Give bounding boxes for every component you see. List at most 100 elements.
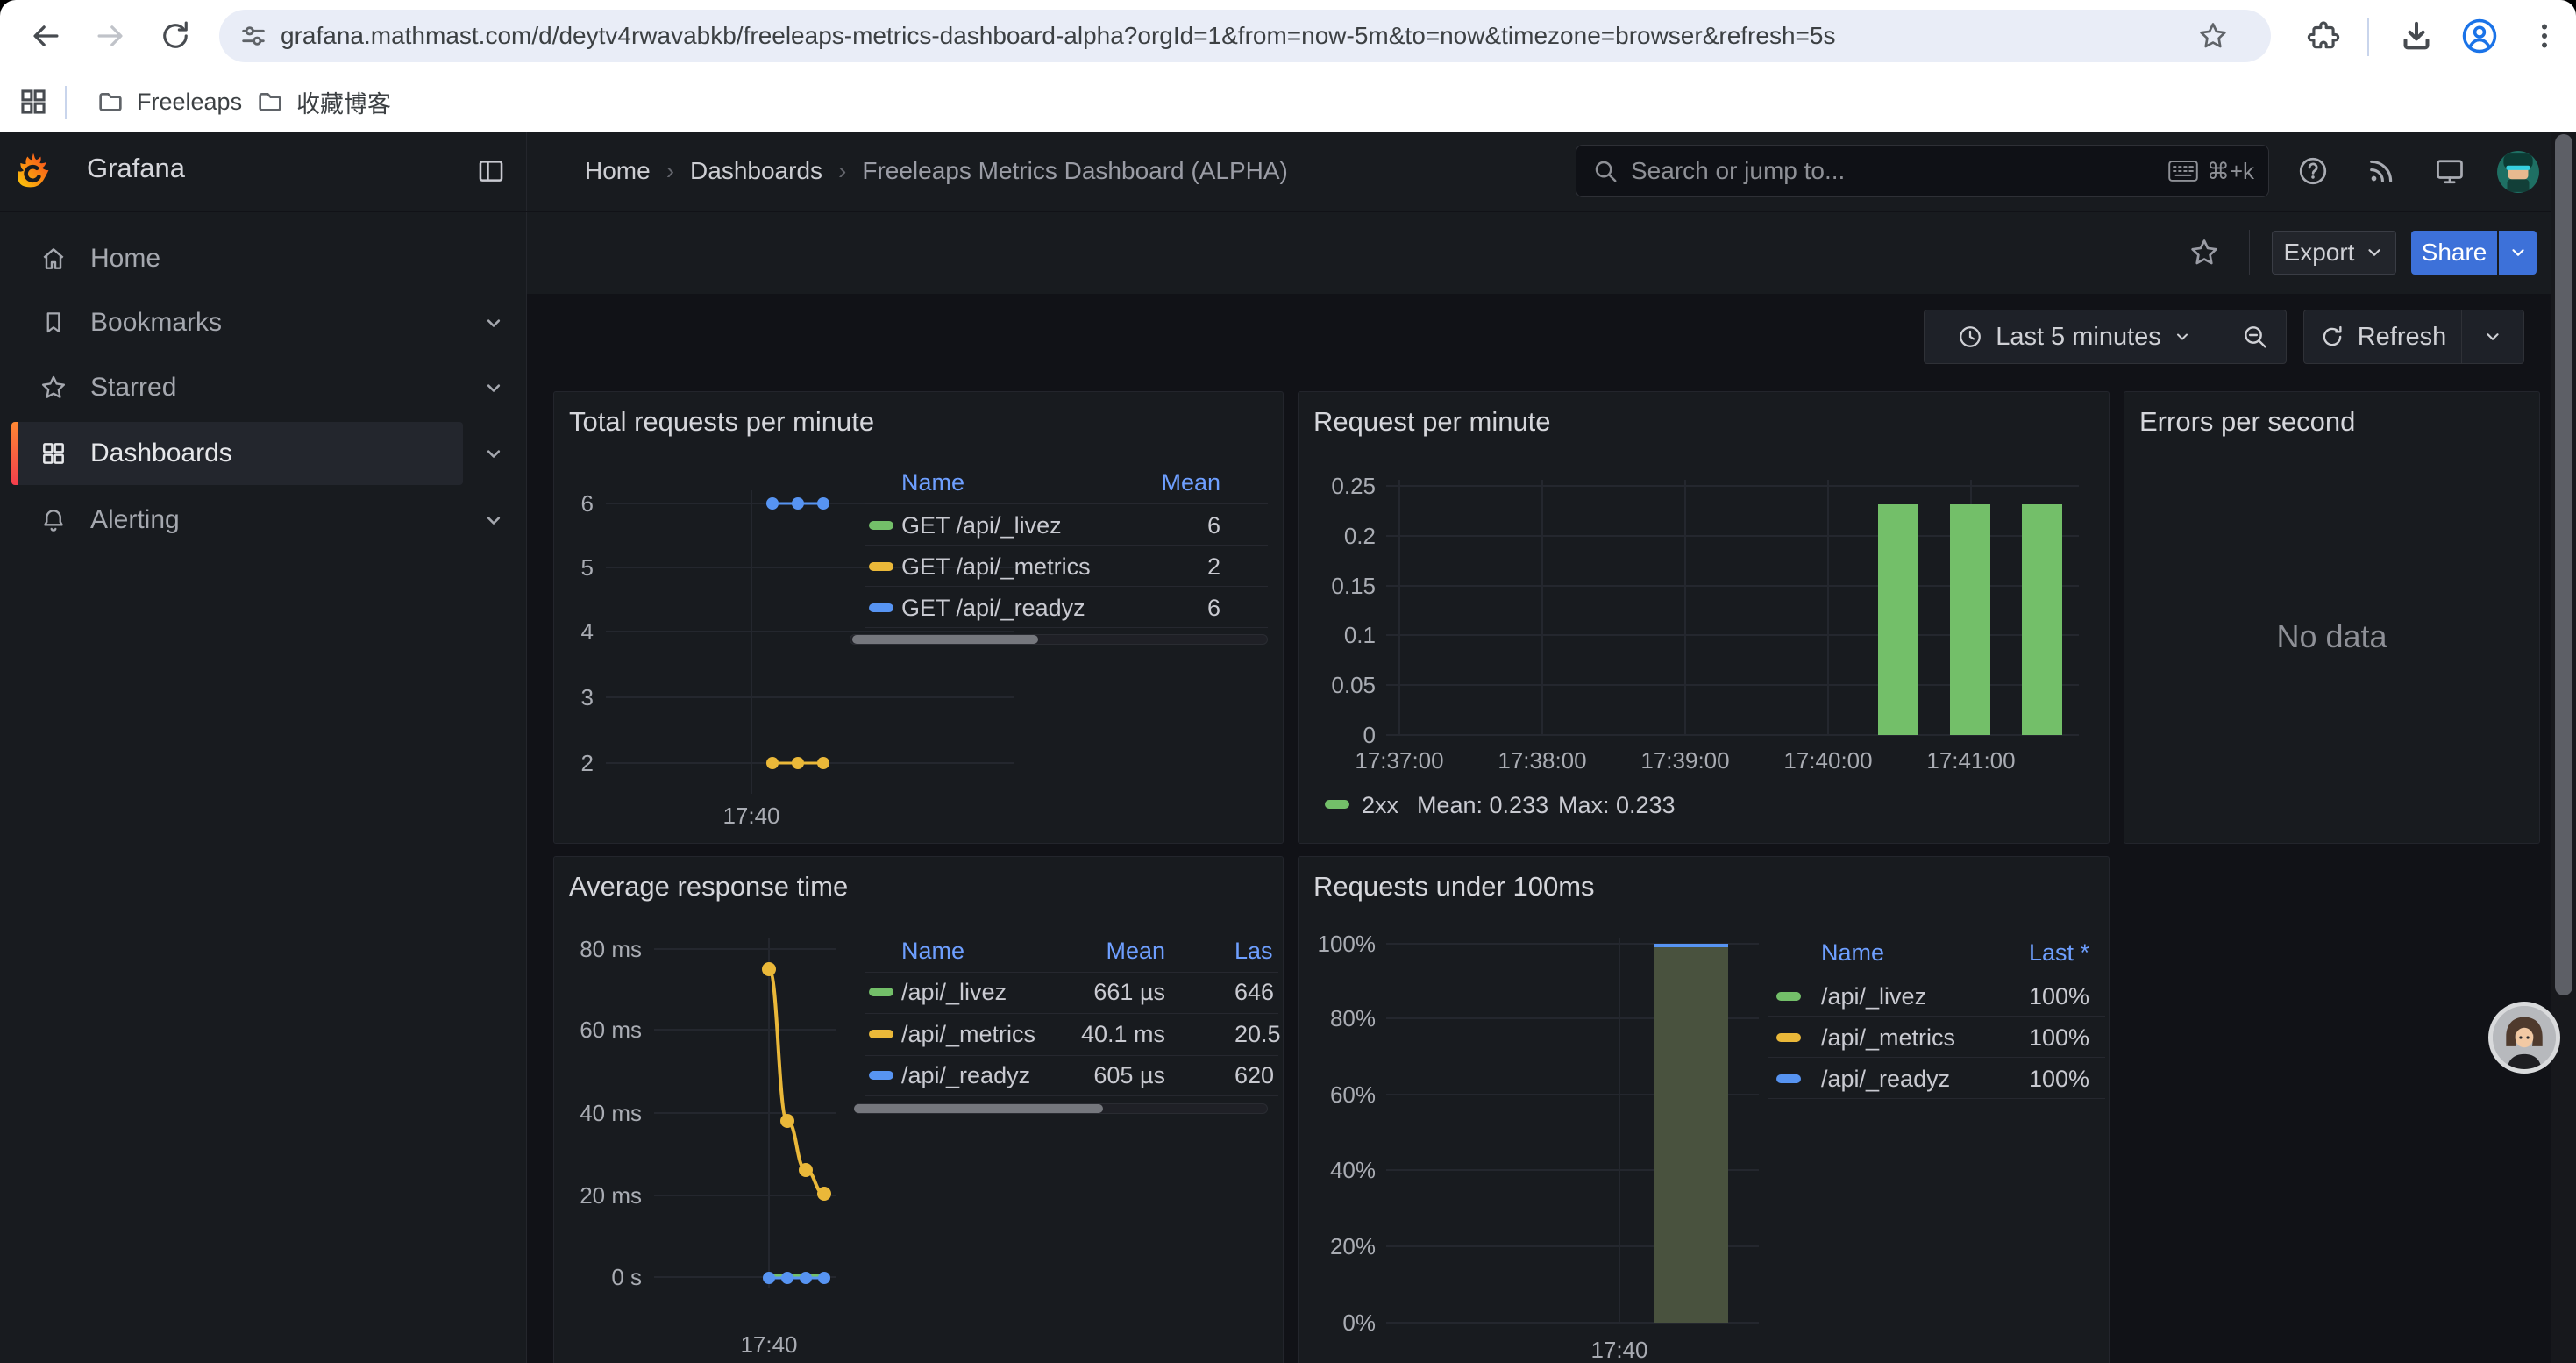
folder-icon — [256, 88, 284, 116]
grafana-logo[interactable] — [12, 150, 54, 192]
breadcrumb-separator: › — [838, 157, 846, 185]
actions-divider — [2249, 230, 2250, 275]
legend-value: 6 — [975, 510, 1220, 540]
legend-swatch[interactable] — [1776, 1033, 1801, 1042]
legend-swatch[interactable] — [869, 603, 893, 612]
legend-divider — [865, 1055, 1278, 1056]
reload-button[interactable] — [149, 10, 202, 62]
legend-series-name[interactable]: 2xx — [1362, 790, 1398, 820]
bookmark-icon — [39, 308, 68, 338]
legend-divider — [1768, 1016, 2105, 1017]
time-range-picker[interactable]: Last 5 minutes — [1924, 310, 2224, 364]
avatar-girl-image — [2493, 1006, 2556, 1069]
grafana-app: Grafana Home › Dashboards › Freeleaps Me… — [0, 132, 2576, 1363]
scrollbar-thumb[interactable] — [2555, 134, 2572, 995]
sidebar-toggle-button[interactable] — [470, 150, 512, 192]
browser-menu-button[interactable] — [2518, 10, 2571, 62]
dashboard-actions-bar: Export Share — [527, 212, 2576, 294]
search-input[interactable]: Search or jump to... ⌘+k — [1576, 145, 2269, 197]
forward-button[interactable] — [84, 10, 137, 62]
no-data-message: No data — [2124, 618, 2539, 655]
legend-column-header[interactable]: Mean — [920, 936, 1165, 966]
breadcrumb-dashboards[interactable]: Dashboards — [690, 157, 822, 185]
user-avatar[interactable] — [2494, 148, 2542, 196]
bookmark-folder-freeleaps[interactable]: Freeleaps — [84, 82, 254, 121]
url-bar[interactable]: grafana.mathmast.com/d/deytv4rwavabkb/fr… — [219, 10, 2271, 62]
share-button[interactable]: Share — [2411, 231, 2497, 275]
breadcrumb-current: Freeleaps Metrics Dashboard (ALPHA) — [862, 157, 1288, 185]
refresh-interval-dropdown[interactable] — [2461, 310, 2524, 364]
sidebar-item-home[interactable]: Home — [0, 232, 526, 285]
sidebar-item-alerting[interactable]: Alerting — [0, 494, 526, 546]
dashboards-grid-icon — [39, 439, 68, 468]
toolbar-divider — [2367, 18, 2369, 56]
bookmark-folder-blogs[interactable]: 收藏博客 — [244, 82, 403, 121]
panel-requests-under-100ms: 100%80%60%40%20%0%17:40 Requests under 1… — [1298, 856, 2110, 1363]
legend-swatch[interactable] — [1776, 1074, 1801, 1083]
sidebar-item-bookmarks[interactable]: Bookmarks — [0, 296, 526, 349]
favorite-dashboard-button[interactable] — [2183, 232, 2225, 274]
folder-icon — [96, 88, 125, 116]
legend-swatch[interactable] — [869, 988, 893, 996]
chevron-down-icon[interactable] — [481, 508, 506, 532]
panel-errors-per-second: Errors per second No data — [2124, 391, 2540, 844]
brand-title: Grafana — [87, 153, 185, 184]
help-button[interactable] — [2292, 150, 2334, 192]
sidebar-item-starred[interactable]: Starred — [0, 361, 526, 414]
tune-icon — [238, 21, 268, 51]
clock-icon — [1957, 324, 1983, 350]
apps-grid-icon — [18, 87, 48, 117]
legend-divider — [865, 586, 1268, 587]
chevron-down-icon[interactable] — [481, 441, 506, 466]
export-button[interactable]: Export — [2272, 231, 2396, 275]
legend-inline: 2xxMean: 0.233Max: 0.233 — [1299, 392, 2109, 843]
rss-icon — [2366, 156, 2396, 186]
legend-divider — [1768, 1057, 2105, 1058]
news-feed-button[interactable] — [2360, 150, 2402, 192]
refresh-icon — [2319, 324, 2345, 350]
reload-icon — [157, 18, 194, 54]
legend-swatch[interactable] — [869, 1071, 893, 1080]
legend-swatch[interactable] — [1776, 992, 1801, 1001]
sidebar-item-dashboards[interactable]: Dashboards — [0, 427, 526, 480]
legend-scrollbar-thumb[interactable] — [854, 1104, 1103, 1113]
legend-swatch[interactable] — [869, 1030, 893, 1038]
profile-button[interactable] — [2453, 10, 2506, 62]
browser-window: grafana.mathmast.com/d/deytv4rwavabkb/fr… — [0, 0, 2576, 132]
share-dropdown-button[interactable] — [2499, 231, 2537, 275]
legend-value: 2 — [975, 552, 1220, 582]
legend-divider — [865, 1013, 1278, 1014]
legend-column-header[interactable]: Last * — [1844, 938, 2089, 967]
bookmarks-divider — [65, 86, 67, 119]
assistant-avatar-widget[interactable] — [2488, 1002, 2560, 1074]
panel-average-response-time: 80 ms60 ms40 ms20 ms0 s17:40 Average res… — [553, 856, 1284, 1363]
legend-value: 20.5 r — [1235, 1019, 1284, 1049]
refresh-button[interactable]: Refresh — [2303, 310, 2461, 364]
breadcrumb-home[interactable]: Home — [585, 157, 651, 185]
legend-swatch[interactable] — [1325, 800, 1349, 809]
back-button[interactable] — [19, 10, 72, 62]
legend-value: 100% — [1844, 1023, 2089, 1053]
page-scrollbar — [2551, 132, 2576, 1363]
downloads-button[interactable] — [2390, 10, 2443, 62]
chevron-down-icon[interactable] — [481, 310, 506, 335]
panel-title[interactable]: Errors per second — [2139, 406, 2355, 438]
chevron-down-icon[interactable] — [481, 375, 506, 400]
bookmark-label: Freeleaps — [137, 89, 242, 116]
legend-swatch[interactable] — [869, 521, 893, 530]
legend-swatch[interactable] — [869, 562, 893, 571]
legend-column-header[interactable]: Name — [901, 467, 964, 497]
monitor-icon — [2434, 155, 2466, 187]
chevron-down-icon — [2508, 243, 2528, 262]
legend-value: 661 µs — [920, 977, 1165, 1007]
legend-scrollbar-thumb[interactable] — [852, 635, 1038, 644]
chevron-down-icon — [2483, 327, 2502, 346]
legend-column-header[interactable]: Las — [1235, 936, 1273, 966]
apps-grid-button[interactable] — [7, 75, 60, 128]
legend-stat: Max: 0.233 — [1558, 790, 1676, 820]
extensions-button[interactable] — [2297, 10, 2350, 62]
zoom-out-button[interactable] — [2224, 310, 2287, 364]
legend-column-header[interactable]: Mean — [975, 467, 1220, 497]
kiosk-mode-button[interactable] — [2429, 150, 2471, 192]
bookmark-page-button[interactable] — [2192, 15, 2234, 57]
